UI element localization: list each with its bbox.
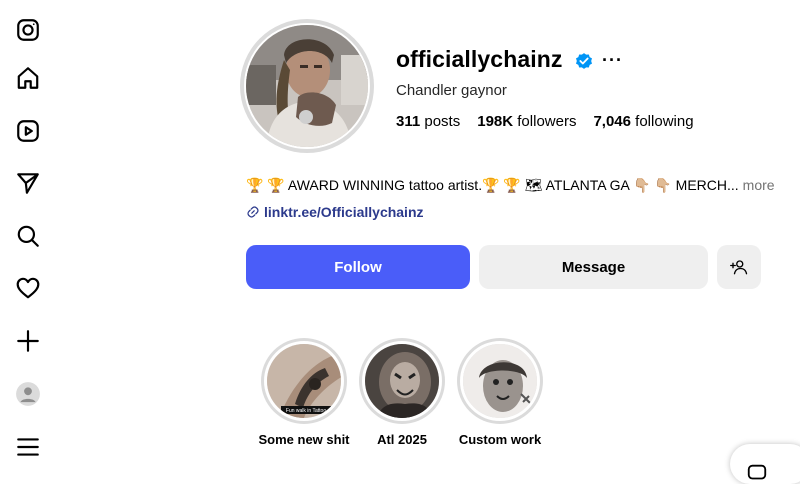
profile-bio: 🏆 🏆 AWARD WINNING tattoo artist.🏆 🏆 🗺 AT… [246,177,775,194]
reels-icon[interactable] [14,117,42,145]
posts-count: 311 [396,113,421,130]
highlight-label: Custom work [458,432,542,447]
follow-button[interactable]: Follow [246,245,470,289]
story-highlight[interactable]: Fun walk in Tattoo Some new shit [258,338,350,447]
create-icon[interactable] [14,327,42,355]
profile-link-text: linktr.ee/Officiallychainz [264,204,424,220]
following-count: 7,046 [593,113,631,130]
message-button[interactable]: Message [479,245,708,289]
posts-stat[interactable]: 311 posts [396,113,460,130]
profile-stats: 311 posts 198K followers 7,046 following [396,113,711,130]
profile-picture[interactable] [240,19,374,153]
profile-avatar-icon[interactable] [14,380,42,408]
link-icon [247,206,259,218]
messages-icon[interactable] [14,169,42,197]
profile-photo [244,23,370,149]
more-options-button[interactable]: ··· [602,50,623,71]
highlight-cover [460,341,540,421]
highlight-ring [359,338,445,424]
profile-full-name: Chandler gaynor [396,82,507,99]
left-sidebar [0,0,56,469]
home-icon[interactable] [14,64,42,92]
following-stat[interactable]: 7,046 following [593,113,693,130]
followers-label: followers [517,113,577,130]
bio-text: 🏆 🏆 AWARD WINNING tattoo artist.🏆 🏆 🗺 AT… [246,177,739,193]
profile-username: officiallychainz [396,46,563,72]
highlight-cover [362,341,442,421]
add-person-icon [730,260,748,275]
search-icon[interactable] [14,222,42,250]
heart-icon[interactable] [14,274,42,302]
profile-link[interactable]: linktr.ee/Officiallychainz [246,204,424,220]
menu-icon[interactable] [14,433,42,461]
messages-floating-button[interactable] [730,444,800,484]
following-label: following [635,113,694,130]
story-highlight[interactable]: Atl 2025 [359,338,445,447]
instagram-icon[interactable] [14,16,42,44]
posts-label: posts [424,113,461,130]
chat-icon [747,464,767,480]
highlight-ring: Fun walk in Tattoo [261,338,347,424]
highlight-ring [457,338,543,424]
followers-count: 198K [477,113,514,130]
suggest-user-button[interactable] [717,245,761,289]
verified-badge-icon [576,53,592,69]
highlight-cover: Fun walk in Tattoo [264,341,344,421]
highlight-cover-caption: Fun walk in Tattoo [286,408,326,414]
story-highlight[interactable]: Custom work [457,338,543,447]
followers-stat[interactable]: 198K followers [477,113,576,130]
bio-more-link[interactable]: more [743,177,775,193]
